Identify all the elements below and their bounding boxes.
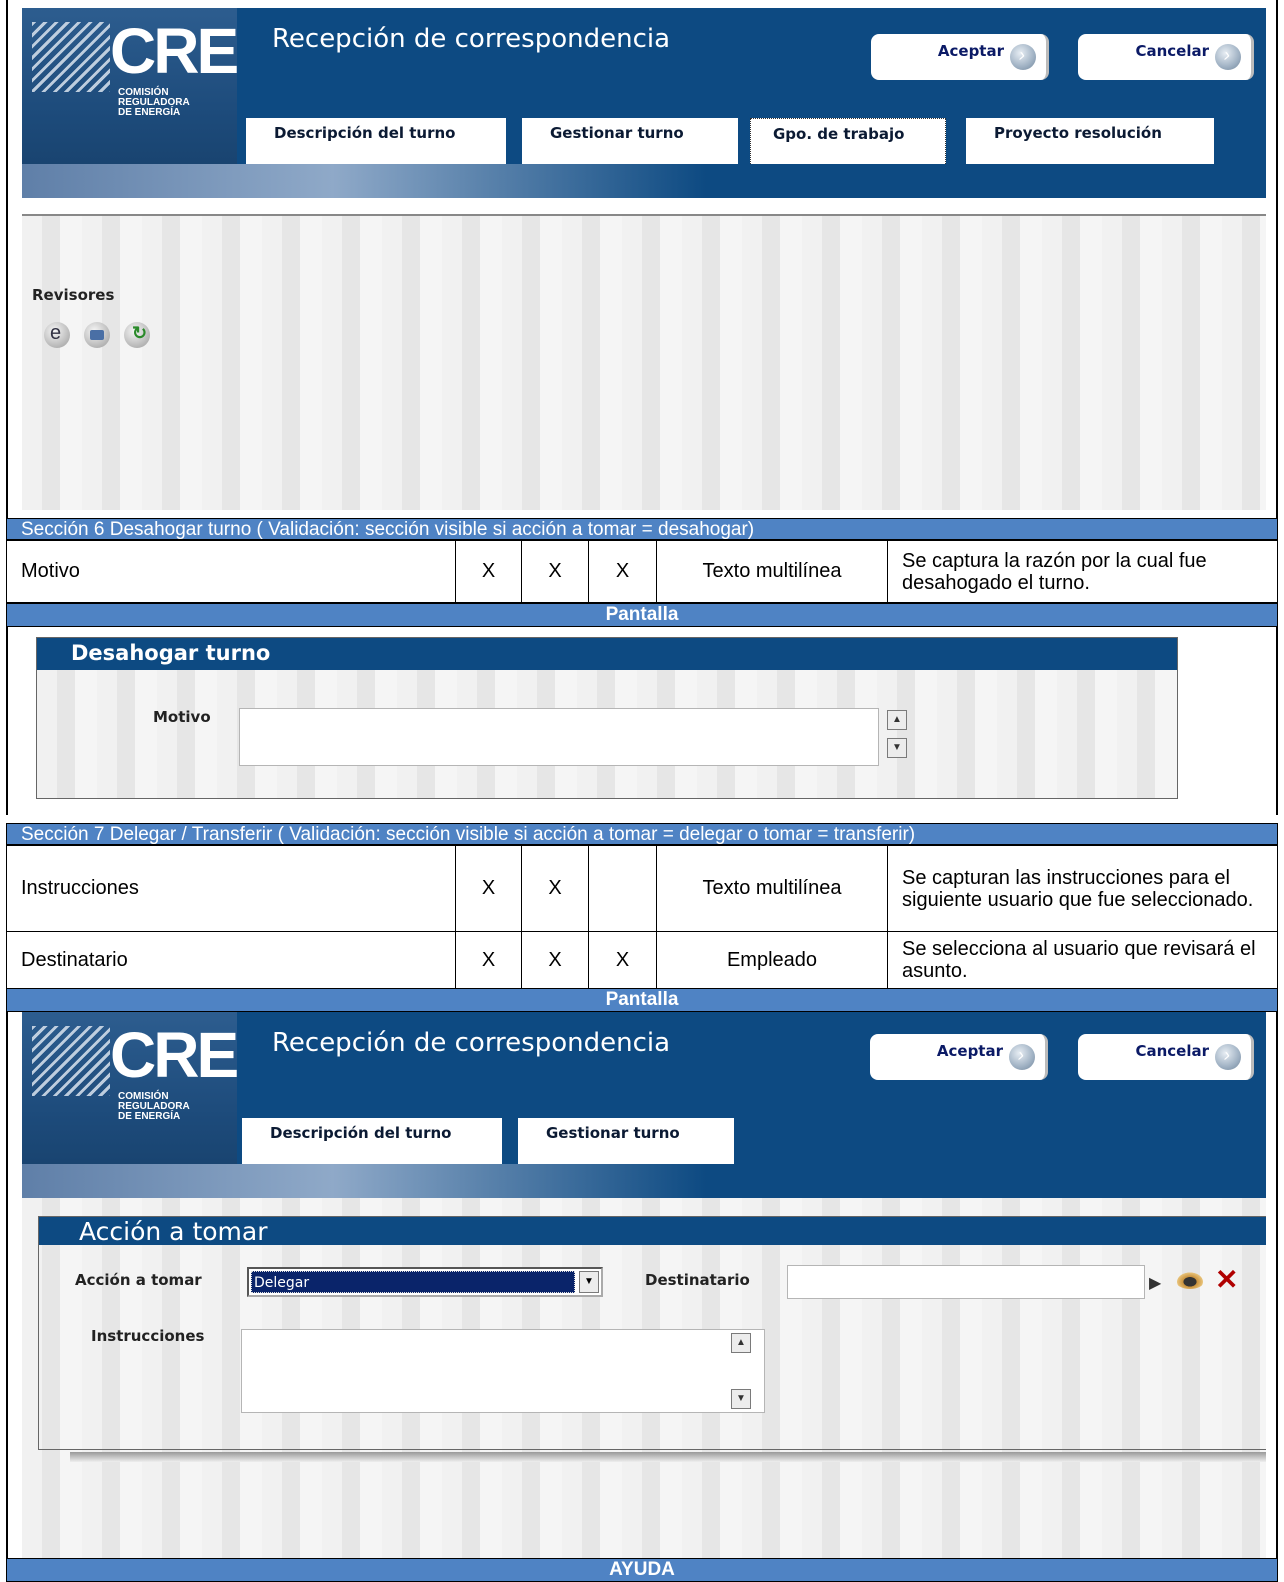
tab-descripcion[interactable]: Descripción del turno xyxy=(242,1118,502,1166)
accion-panel: Acción a tomar Acción a tomar Delegar ▼ … xyxy=(38,1216,1266,1450)
panel-title: Desahogar turno xyxy=(37,638,1177,670)
accept-button[interactable]: Aceptar xyxy=(870,1034,1048,1080)
close-icon[interactable]: ✕ xyxy=(1215,1263,1238,1296)
tab-gpo-trabajo[interactable]: Gpo. de trabajo xyxy=(750,118,946,166)
logo-text: CRE xyxy=(110,15,239,87)
play-circle-icon xyxy=(1009,1044,1035,1070)
dropdown-arrow-icon[interactable]: ▼ xyxy=(579,1271,599,1293)
content-area: Acción a tomar Acción a tomar Delegar ▼ … xyxy=(22,1198,1266,1558)
screen2-frame: CRE COMISIÓN REGULADORA DE ENERGÍA Recepci… xyxy=(6,1012,1278,1558)
instrucciones-textarea[interactable] xyxy=(241,1329,765,1413)
refresh-icon[interactable]: ↻ xyxy=(124,322,150,348)
destinatario-label: Destinatario xyxy=(645,1271,750,1289)
app-title: Recepción de correspondencia xyxy=(272,24,671,54)
accept-button[interactable]: Aceptar xyxy=(871,34,1049,80)
instrucciones-scrollbar[interactable]: ▲ ▼ xyxy=(731,1333,751,1411)
accion-label: Acción a tomar xyxy=(75,1271,202,1289)
field-type: Texto multilínea xyxy=(656,540,888,603)
table-row: Destinatario X X X Empleado Se seleccion… xyxy=(6,931,1278,989)
scroll-up-icon: ▲ xyxy=(887,710,907,730)
play-circle-icon xyxy=(1215,1044,1241,1070)
cancel-button[interactable]: Cancelar xyxy=(1078,34,1254,80)
app-header: CRE COMISIÓN REGULADORA DE ENERGÍA Recepci… xyxy=(22,1012,1266,1198)
screen-desahogar: Desahogar turno Motivo ▲ ▼ xyxy=(6,627,1278,815)
scroll-down-icon: ▼ xyxy=(887,738,907,758)
tab-descripcion[interactable]: Descripción del turno xyxy=(246,118,506,166)
section6-table: Motivo X X X Texto multilínea Se captura… xyxy=(6,540,1278,603)
content-area: Revisores e ↻ xyxy=(22,214,1266,510)
search-arrow-icon[interactable]: ▶ xyxy=(1149,1273,1161,1293)
tab-proyecto[interactable]: Proyecto resolución xyxy=(966,118,1214,166)
field-name: Motivo xyxy=(6,540,456,603)
tab-gestionar[interactable]: Gestionar turno xyxy=(518,1118,734,1166)
pantalla-label: Pantalla xyxy=(6,988,1278,1012)
print-icon[interactable] xyxy=(84,322,110,348)
field-description: Se captura la razón por la cual fue desa… xyxy=(887,540,1278,603)
section6-title: Sección 6 Desahogar turno ( Validación: … xyxy=(6,518,1278,540)
motivo-textarea[interactable] xyxy=(239,708,879,766)
ie-icon[interactable]: e xyxy=(44,322,70,348)
accion-select[interactable]: Delegar ▼ xyxy=(247,1267,603,1297)
table-row: Motivo X X X Texto multilínea Se captura… xyxy=(6,540,1278,603)
screen1-frame: CRE COMISIÓN REGULADORA DE ENERGÍA Recepci… xyxy=(6,0,1278,518)
app-title: Recepción de correspondencia xyxy=(272,1028,671,1058)
revisores-label: Revisores xyxy=(32,286,115,304)
play-circle-icon xyxy=(1010,44,1036,70)
app-header: CRE COMISIÓN REGULADORA DE ENERGÍA Recepci… xyxy=(22,8,1266,198)
panel-shadow xyxy=(70,1452,1266,1462)
destinatario-input[interactable] xyxy=(787,1265,1145,1299)
scroll-down-icon: ▼ xyxy=(731,1389,751,1409)
table-row: Instrucciones X X Texto multilínea Se ca… xyxy=(6,845,1278,932)
tab-gestionar[interactable]: Gestionar turno xyxy=(522,118,738,166)
scroll-up-icon: ▲ xyxy=(731,1333,751,1353)
instrucciones-label: Instrucciones xyxy=(91,1327,205,1345)
section7-table: Instrucciones X X Texto multilínea Se ca… xyxy=(6,845,1278,989)
section7-title: Sección 7 Delegar / Transferir ( Validac… xyxy=(6,823,1278,845)
logo-subtitle: COMISIÓN REGULADORA DE ENERGÍA xyxy=(118,87,190,118)
accion-selected-value: Delegar xyxy=(251,1271,575,1293)
ayuda-label: AYUDA xyxy=(6,1558,1278,1582)
cancel-button[interactable]: Cancelar xyxy=(1078,1034,1254,1080)
pantalla-label: Pantalla xyxy=(6,603,1278,627)
play-circle-icon xyxy=(1215,44,1241,70)
desahogar-panel: Desahogar turno Motivo ▲ ▼ xyxy=(36,637,1178,799)
panel-title: Acción a tomar xyxy=(39,1217,1266,1246)
eye-icon[interactable] xyxy=(1175,1271,1205,1289)
motivo-label: Motivo xyxy=(153,708,211,726)
motivo-scrollbar[interactable]: ▲ ▼ xyxy=(887,710,907,764)
